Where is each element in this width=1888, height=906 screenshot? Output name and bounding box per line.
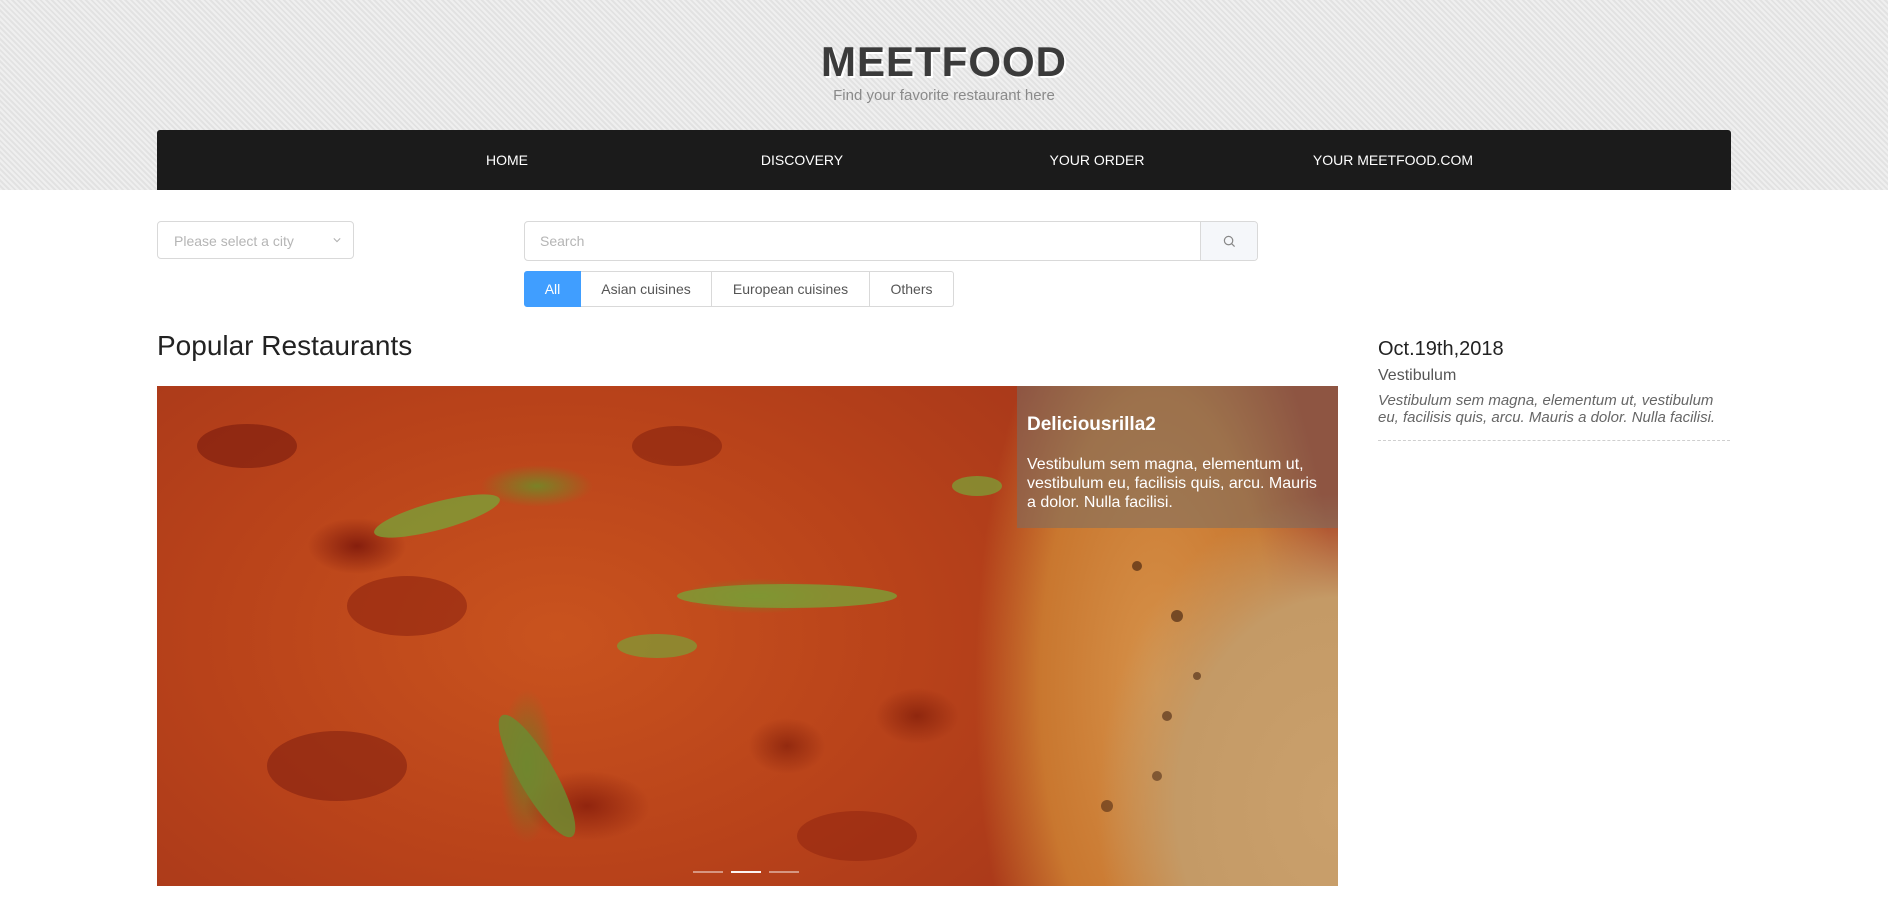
main-nav: HOME DISCOVERY YOUR ORDER YOUR MEETFOOD.… xyxy=(157,130,1731,190)
news-body: Vestibulum sem magna, elementum ut, vest… xyxy=(1378,392,1716,426)
news-item: Oct.19th,2018 Vestibulum Vestibulum sem … xyxy=(1378,338,1730,441)
city-select-placeholder: Please select a city xyxy=(174,233,294,249)
slide-caption: Deliciousrilla2 Vestibulum sem magna, el… xyxy=(1017,386,1338,528)
filter-others[interactable]: Others xyxy=(870,271,954,307)
search-icon xyxy=(1223,235,1236,248)
slide-title[interactable]: Deliciousrilla2 xyxy=(1027,414,1328,436)
search-input[interactable] xyxy=(525,222,1201,260)
filter-all[interactable]: All xyxy=(524,271,581,307)
nav-item-discovery[interactable]: DISCOVERY xyxy=(682,130,922,190)
nav-item-your-order[interactable]: YOUR ORDER xyxy=(977,130,1217,190)
site-tagline: Find your favorite restaurant here xyxy=(833,87,1055,104)
city-select[interactable]: Please select a city xyxy=(157,221,354,259)
filter-asian-cuisines[interactable]: Asian cuisines xyxy=(581,271,712,307)
nav-item-home[interactable]: HOME xyxy=(387,130,627,190)
search-box xyxy=(524,221,1258,261)
carousel-indicator[interactable] xyxy=(693,871,723,873)
news-date: Oct.19th,2018 xyxy=(1378,338,1504,360)
carousel-indicators xyxy=(693,871,799,873)
popular-restaurants-title: Popular Restaurants xyxy=(157,330,413,361)
site-logo[interactable]: MEETFOOD xyxy=(0,38,1888,86)
slide-description: Vestibulum sem magna, elementum ut, vest… xyxy=(1027,456,1317,511)
chevron-down-icon xyxy=(333,238,341,243)
restaurant-carousel[interactable]: Deliciousrilla2 Vestibulum sem magna, el… xyxy=(157,386,1338,886)
news-headline[interactable]: Vestibulum xyxy=(1378,367,1730,385)
cuisine-filter-group: All Asian cuisines European cuisines Oth… xyxy=(524,271,954,307)
carousel-indicator[interactable] xyxy=(769,871,799,873)
search-button[interactable] xyxy=(1200,222,1257,260)
nav-item-your-meetfood[interactable]: YOUR MEETFOOD.COM xyxy=(1273,130,1513,190)
filter-european-cuisines[interactable]: European cuisines xyxy=(712,271,870,307)
carousel-indicator-active[interactable] xyxy=(731,871,761,873)
